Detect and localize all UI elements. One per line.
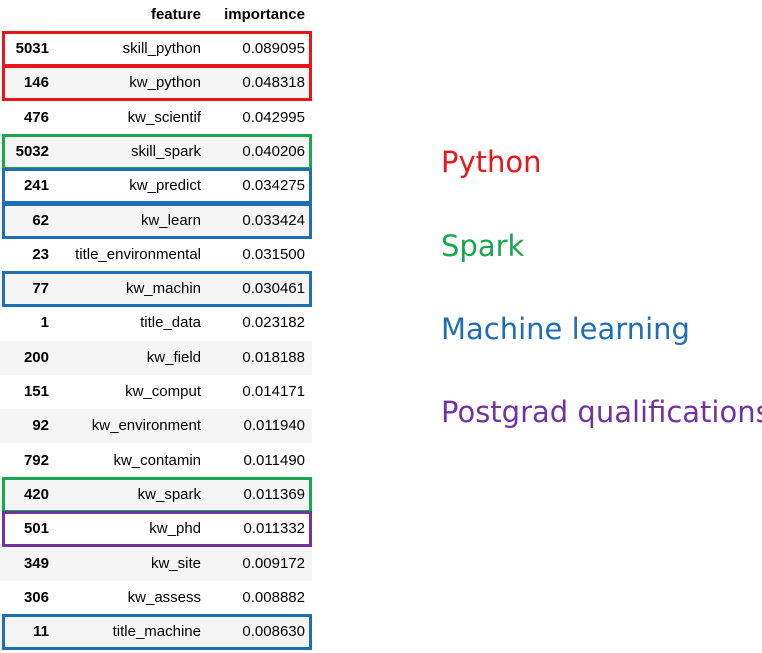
legend-label-spark: Spark bbox=[441, 229, 525, 263]
row-feature: kw_environment bbox=[91, 417, 201, 435]
row-index: 11 bbox=[33, 623, 49, 641]
row-feature: skill_python bbox=[122, 40, 201, 57]
table-row: 23 title_environmental 0.031500 bbox=[0, 238, 312, 272]
row-index: 200 bbox=[23, 348, 49, 366]
row-feature: skill_spark bbox=[130, 142, 201, 160]
legend-label-python: Python bbox=[441, 145, 542, 179]
row-feature: title_machine bbox=[112, 623, 201, 641]
row-index: 792 bbox=[23, 451, 49, 469]
row-index: 306 bbox=[23, 588, 49, 606]
row-feature: kw_machin bbox=[125, 280, 201, 298]
table-row: 5032 skill_spark 0.040206 bbox=[0, 134, 312, 169]
row-importance: 0.030461 bbox=[242, 280, 305, 298]
row-importance: 0.042995 bbox=[242, 108, 305, 126]
row-feature: title_data bbox=[140, 314, 201, 332]
table-row: 792 kw_contamin 0.011490 bbox=[0, 444, 312, 478]
table-row: 92 kw_environment 0.011940 bbox=[0, 409, 312, 444]
row-importance: 0.089095 bbox=[242, 40, 305, 57]
row-feature: kw_scientif bbox=[127, 108, 201, 126]
row-index: 5031 bbox=[15, 40, 49, 57]
row-importance: 0.048318 bbox=[242, 74, 305, 92]
row-index: 501 bbox=[23, 520, 49, 538]
table-row: 501 kw_phd 0.011332 bbox=[0, 512, 312, 546]
row-index: 151 bbox=[23, 383, 49, 400]
row-index: 1 bbox=[40, 314, 49, 332]
row-importance: 0.033424 bbox=[242, 211, 305, 229]
table-row: 349 kw_site 0.009172 bbox=[0, 546, 312, 581]
row-index: 146 bbox=[23, 74, 49, 92]
row-importance: 0.023182 bbox=[242, 314, 305, 332]
row-index: 92 bbox=[32, 417, 49, 435]
table-row: 200 kw_field 0.018188 bbox=[0, 340, 312, 375]
table-row: 420 kw_spark 0.011369 bbox=[0, 477, 312, 512]
table-row: 241 kw_predict 0.034275 bbox=[0, 169, 312, 203]
row-feature: kw_assess bbox=[127, 588, 201, 606]
column-header-importance: importance bbox=[224, 6, 305, 23]
table-row: 306 kw_assess 0.008882 bbox=[0, 581, 312, 615]
table-row: 5031 skill_python 0.089095 bbox=[0, 32, 312, 66]
row-importance: 0.011369 bbox=[243, 485, 305, 503]
row-index: 77 bbox=[32, 280, 49, 298]
row-importance: 0.008882 bbox=[242, 588, 305, 606]
row-feature: kw_phd bbox=[149, 520, 201, 538]
row-importance: 0.008630 bbox=[242, 623, 305, 641]
table-row: 1 title_data 0.023182 bbox=[0, 306, 312, 340]
row-feature: kw_site bbox=[150, 554, 201, 572]
table-row: 146 kw_python 0.048318 bbox=[0, 66, 312, 101]
table-row: 11 title_machine 0.008630 bbox=[0, 615, 312, 650]
row-index: 62 bbox=[32, 211, 49, 229]
row-index: 5032 bbox=[15, 142, 49, 160]
row-feature: title_environmental bbox=[75, 245, 201, 263]
row-feature: kw_field bbox=[146, 348, 201, 366]
row-importance: 0.011940 bbox=[243, 417, 305, 435]
table-row: 476 kw_scientif 0.042995 bbox=[0, 101, 312, 135]
row-importance: 0.011490 bbox=[243, 451, 305, 469]
row-importance: 0.018188 bbox=[242, 348, 305, 366]
row-importance: 0.031500 bbox=[242, 245, 305, 263]
row-importance: 0.009172 bbox=[242, 554, 305, 572]
row-feature: kw_contamin bbox=[113, 451, 201, 469]
table-header: feature importance bbox=[0, 0, 315, 30]
row-importance: 0.014171 bbox=[242, 383, 305, 400]
row-importance: 0.011332 bbox=[243, 520, 305, 538]
table-row: 151 kw_comput 0.014171 bbox=[0, 375, 312, 409]
row-index: 349 bbox=[23, 554, 49, 572]
legend-label-ml: Machine learning bbox=[441, 312, 690, 346]
row-importance: 0.034275 bbox=[242, 177, 305, 195]
row-index: 23 bbox=[32, 245, 49, 263]
legend-label-postgrad: Postgrad qualifications bbox=[441, 395, 762, 429]
row-feature: kw_learn bbox=[140, 211, 201, 229]
row-importance: 0.040206 bbox=[242, 142, 305, 160]
row-feature: kw_predict bbox=[129, 177, 201, 195]
row-index: 241 bbox=[23, 177, 49, 195]
table-row: 62 kw_learn 0.033424 bbox=[0, 203, 312, 238]
row-index: 420 bbox=[23, 485, 49, 503]
table-row: 77 kw_machin 0.030461 bbox=[0, 272, 312, 307]
column-header-feature: feature bbox=[150, 6, 201, 23]
row-feature: kw_comput bbox=[125, 383, 201, 400]
row-feature: kw_spark bbox=[137, 485, 201, 503]
row-index: 476 bbox=[23, 108, 49, 126]
row-feature: kw_python bbox=[129, 74, 201, 92]
